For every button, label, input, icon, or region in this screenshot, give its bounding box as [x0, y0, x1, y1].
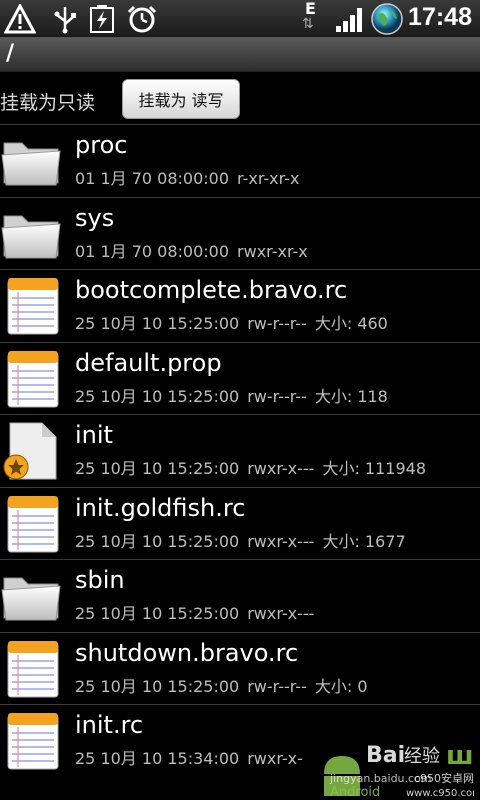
- battery-charge-icon: [90, 5, 114, 33]
- file-meta: 01 1月 70 08:00:00 r-xr-xr-x: [75, 165, 315, 189]
- file-date: 25 10月 10 15:34:00: [75, 749, 240, 768]
- file-permissions: rwxr-x---: [247, 604, 315, 623]
- usb-icon: [54, 7, 76, 34]
- executable-icon: [0, 419, 64, 483]
- folder-icon: [0, 202, 64, 266]
- file-meta: 01 1月 70 08:00:00 rwxr-xr-x: [75, 238, 324, 262]
- mount-read-write-button[interactable]: 挂载为 读写: [122, 79, 240, 119]
- file-permissions: rw-r--r--: [247, 386, 307, 406]
- file-size: 大小: 1677: [322, 531, 406, 551]
- file-row[interactable]: shutdown.bravo.rc 25 10月 10 15:25:00 rw-r-…: [0, 631, 480, 705]
- file-row[interactable]: init 25 10月 10 15:25:00 rwxr-x--- 大小: 11194…: [0, 414, 480, 487]
- file-date: 25 10月 10 15:25:00: [75, 459, 240, 478]
- file-name: init.rc: [75, 711, 144, 739]
- warning-icon: [4, 4, 36, 34]
- file-permissions: rwxr-xr-x: [237, 241, 308, 261]
- file-permissions: rwxr-x---: [247, 531, 315, 551]
- current-path: /: [6, 41, 15, 66]
- file-meta: 25 10月 10 15:25:00 rw-r--r-- 大小: 0: [75, 673, 376, 697]
- file-permissions: rw-r--r--: [247, 676, 307, 696]
- data-arrows-icon: ⇅: [302, 16, 314, 32]
- notepad-icon: [0, 709, 64, 773]
- file-name: init.goldfish.rc: [75, 493, 246, 522]
- file-meta: 25 10月 10 15:25:00 rw-r--r-- 大小: 460: [75, 310, 396, 334]
- file-row[interactable]: bootcomplete.bravo.rc 25 10月 10 15:25:00 r…: [0, 269, 480, 342]
- file-size: 大小: 118: [314, 386, 388, 406]
- file-date: 01 1月 70 08:00:00: [75, 169, 230, 188]
- file-row[interactable]: proc 01 1月 70 08:00:00 r-xr-xr-x: [0, 124, 480, 197]
- mount-status-label: 挂载为只读: [0, 92, 96, 114]
- notepad-icon: [0, 274, 64, 338]
- file-row[interactable]: sys 01 1月 70 08:00:00 rwxr-xr-x: [0, 196, 480, 270]
- file-row[interactable]: sbin 25 10月 10 15:25:00 rwxr-x---: [0, 559, 480, 632]
- file-name: init: [75, 421, 113, 449]
- network-e-icon: E ⇅: [300, 0, 326, 36]
- file-name: proc: [75, 131, 128, 159]
- notepad-icon: [0, 347, 64, 411]
- file-meta: 25 10月 10 15:25:00 rwxr-x--- 大小: 111948: [75, 455, 434, 479]
- file-name: bootcomplete.bravo.rc: [75, 276, 348, 304]
- file-permissions: rw-r--r--: [247, 314, 307, 333]
- file-date: 25 10月 10 15:25:00: [75, 531, 240, 551]
- alarm-icon: [127, 5, 157, 33]
- clock: 17:48: [408, 3, 472, 31]
- file-name: sys: [75, 203, 115, 232]
- file-permissions: rwxr-x-: [247, 749, 303, 768]
- globe-icon: [371, 3, 403, 35]
- signal-icon: [336, 8, 362, 32]
- file-permissions: rwxr-x---: [247, 459, 315, 478]
- file-list: proc 01 1月 70 08:00:00 r-xr-xr-x sys 01 1月 7…: [0, 124, 480, 777]
- notepad-icon: [0, 492, 64, 556]
- path-bar: /: [0, 38, 480, 72]
- notepad-icon: [0, 637, 64, 701]
- file-meta: 25 10月 10 15:25:00 rwxr-x---: [75, 600, 330, 624]
- file-row[interactable]: init.rc 25 10月 10 15:34:00 rwxr-x-: [0, 704, 480, 777]
- file-date: 25 10月 10 15:25:00: [75, 314, 240, 333]
- svg-text:www.c950.com: www.c950.com: [406, 788, 474, 798]
- file-size: 大小: 111948: [322, 459, 427, 478]
- svg-text:Android: Android: [330, 785, 380, 798]
- file-meta: 25 10月 10 15:34:00 rwxr-x-: [75, 745, 319, 769]
- status-bar: E ⇅ 17:48: [0, 0, 480, 38]
- file-size: 大小: 0: [314, 676, 368, 696]
- file-meta: 25 10月 10 15:25:00 rwxr-x--- 大小: 1677: [75, 528, 414, 552]
- file-size: 大小: 460: [314, 314, 388, 333]
- file-date: 25 10月 10 15:25:00: [75, 604, 240, 623]
- file-row[interactable]: default.prop 25 10月 10 15:25:00 rw-r--r-- 大…: [0, 341, 480, 415]
- mount-row: 挂载为只读 挂载为 读写: [0, 72, 480, 122]
- file-name: default.prop: [75, 348, 222, 377]
- folder-icon: [0, 564, 64, 628]
- file-meta: 25 10月 10 15:25:00 rw-r--r-- 大小: 118: [75, 383, 396, 407]
- file-permissions: r-xr-xr-x: [237, 169, 300, 188]
- file-name: shutdown.bravo.rc: [75, 638, 299, 667]
- folder-icon: [0, 129, 64, 193]
- file-name: sbin: [75, 566, 125, 594]
- file-date: 25 10月 10 15:25:00: [75, 386, 240, 406]
- file-date: 25 10月 10 15:25:00: [75, 676, 240, 696]
- file-row[interactable]: init.goldfish.rc 25 10月 10 15:25:00 rwxr-x…: [0, 486, 480, 560]
- file-date: 01 1月 70 08:00:00: [75, 241, 230, 261]
